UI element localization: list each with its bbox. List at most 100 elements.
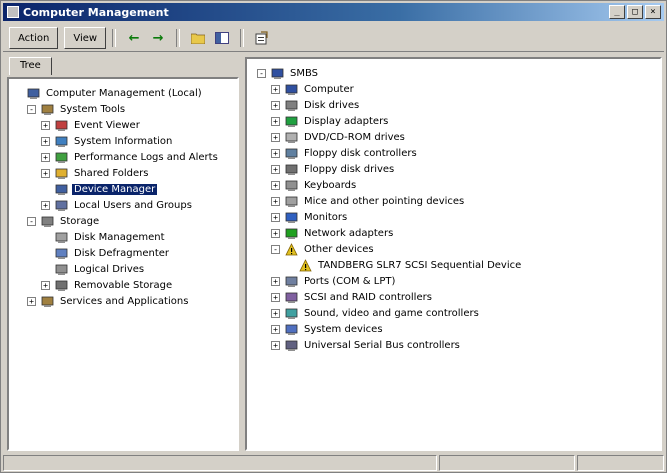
expand-toggle[interactable]: + — [271, 324, 280, 334]
window-controls: _ □ × — [609, 5, 661, 19]
device-tree-item-label: System devices — [304, 323, 383, 335]
tree-spacer — [41, 184, 50, 194]
display-adapter-icon — [284, 114, 298, 128]
expand-toggle[interactable]: + — [271, 340, 280, 350]
port-icon — [284, 274, 298, 288]
expand-toggle[interactable]: + — [271, 84, 280, 94]
defragmenter-icon — [54, 246, 68, 260]
device-tree-item-label: Disk drives — [304, 99, 360, 111]
expand-toggle[interactable]: + — [41, 136, 50, 146]
expand-toggle[interactable]: + — [271, 292, 280, 302]
expand-toggle[interactable]: + — [271, 132, 280, 142]
device-tree-item-label: Ports (COM & LPT) — [304, 275, 396, 287]
console-tree-item[interactable]: - Storage — [27, 213, 101, 229]
device-tree-item[interactable]: + SCSI and RAID controllers — [271, 289, 434, 305]
maximize-button[interactable]: □ — [627, 5, 643, 19]
device-tree-item[interactable]: + Disk drives — [271, 97, 361, 113]
console-tree-item[interactable]: Disk Management — [41, 229, 167, 245]
console-tree-item[interactable]: + Performance Logs and Alerts — [41, 149, 220, 165]
device-tree-item-label: SCSI and RAID controllers — [304, 291, 432, 303]
device-tree-item[interactable]: TANDBERG SLR7 SCSI Sequential Device — [285, 257, 523, 273]
console-tree-item[interactable]: + Local Users and Groups — [41, 197, 194, 213]
dvd-cdrom-icon — [284, 130, 298, 144]
expand-toggle[interactable]: + — [271, 308, 280, 318]
back-arrow-icon[interactable]: ← — [126, 30, 142, 46]
console-tree-item[interactable]: + System Information — [41, 133, 174, 149]
title-bar[interactable]: Computer Management _ □ × — [3, 3, 664, 21]
collapse-toggle[interactable]: - — [27, 104, 36, 114]
collapse-toggle[interactable]: - — [27, 216, 36, 226]
device-tree-item[interactable]: + Ports (COM & LPT) — [271, 273, 397, 289]
device-tree-item[interactable]: + Display adapters — [271, 113, 390, 129]
disk-drive-icon — [284, 98, 298, 112]
expand-toggle[interactable]: + — [41, 120, 50, 130]
collapse-toggle[interactable]: - — [271, 244, 280, 254]
expand-toggle[interactable]: + — [41, 200, 50, 210]
console-tree-item-label: Device Manager — [72, 183, 158, 195]
console-tree-item[interactable]: Computer Management (Local) — [13, 85, 204, 101]
device-tree-item[interactable]: + Universal Serial Bus controllers — [271, 337, 462, 353]
console-tree-item-label: System Information — [74, 135, 173, 147]
console-tree-item[interactable]: + Shared Folders — [41, 165, 151, 181]
device-tree-item[interactable]: + Keyboards — [271, 177, 358, 193]
expand-toggle[interactable]: + — [271, 212, 280, 222]
device-tree-item[interactable]: + Sound, video and game controllers — [271, 305, 481, 321]
toolbar-separator — [240, 29, 245, 47]
device-tree-item[interactable]: + Floppy disk drives — [271, 161, 396, 177]
keyboard-icon — [284, 178, 298, 192]
console-tree-item[interactable]: - System Tools — [27, 101, 127, 117]
expand-toggle[interactable]: + — [271, 276, 280, 286]
expand-toggle[interactable]: + — [41, 152, 50, 162]
forward-arrow-icon[interactable]: → — [150, 30, 166, 46]
device-tree-item[interactable]: + Floppy disk controllers — [271, 145, 419, 161]
console-tree-item-label: System Tools — [60, 103, 126, 115]
expand-toggle[interactable]: + — [271, 100, 280, 110]
expand-toggle[interactable]: + — [41, 168, 50, 178]
properties-icon[interactable] — [254, 30, 270, 46]
device-tree-item-label: Universal Serial Bus controllers — [304, 339, 460, 351]
console-tree-item[interactable]: + Services and Applications — [27, 293, 190, 309]
scsi-controller-icon — [284, 290, 298, 304]
expand-toggle[interactable]: + — [271, 148, 280, 158]
storage-icon — [40, 214, 54, 228]
device-tree-item[interactable]: + Monitors — [271, 209, 349, 225]
device-tree-item[interactable]: + DVD/CD-ROM drives — [271, 129, 407, 145]
expand-toggle[interactable]: + — [271, 196, 280, 206]
expand-toggle[interactable]: + — [27, 296, 36, 306]
console-tree-item[interactable]: Device Manager — [41, 181, 158, 197]
expand-toggle[interactable]: + — [271, 228, 280, 238]
warning-device-icon — [298, 258, 312, 272]
device-tree-item[interactable]: + System devices — [271, 321, 385, 337]
device-tree-item[interactable]: + Network adapters — [271, 225, 395, 241]
status-cell-main — [3, 455, 437, 471]
tree-spacer — [13, 88, 22, 98]
device-tree-pane[interactable]: - SMBS + Computer + Disk drives + Display adapt… — [245, 57, 662, 451]
tab-tree[interactable]: Tree — [9, 57, 52, 75]
up-folder-icon[interactable] — [190, 30, 206, 46]
device-manager-icon — [54, 182, 68, 196]
close-button[interactable]: × — [645, 5, 661, 19]
console-tree-item[interactable]: Disk Defragmenter — [41, 245, 171, 261]
device-tree-item[interactable]: - Other devices — [271, 241, 376, 257]
expand-toggle[interactable]: + — [271, 164, 280, 174]
minimize-button[interactable]: _ — [609, 5, 625, 19]
console-tree-item-label: Storage — [60, 215, 100, 227]
console-tree-item[interactable]: Logical Drives — [41, 261, 146, 277]
tree-tab-strip: Tree — [9, 57, 52, 75]
view-menu-button[interactable]: View — [64, 27, 107, 49]
expand-toggle[interactable]: + — [271, 180, 280, 190]
device-tree-item-label: Network adapters — [304, 227, 394, 239]
device-tree-item-label: Floppy disk controllers — [304, 147, 417, 159]
console-tree-pane[interactable]: Computer Management (Local) - System Tools… — [7, 77, 239, 451]
collapse-toggle[interactable]: - — [257, 68, 266, 78]
device-tree-item[interactable]: + Computer — [271, 81, 356, 97]
device-tree-item[interactable]: + Mice and other pointing devices — [271, 193, 466, 209]
console-tree-item[interactable]: + Removable Storage — [41, 277, 174, 293]
action-menu-button[interactable]: Action — [9, 27, 59, 49]
expand-toggle[interactable]: + — [41, 280, 50, 290]
expand-toggle[interactable]: + — [271, 116, 280, 126]
device-tree-item[interactable]: - SMBS — [257, 65, 320, 81]
show-hide-tree-icon[interactable] — [214, 30, 230, 46]
console-tree-item-label: Removable Storage — [74, 279, 173, 291]
console-tree-item[interactable]: + Event Viewer — [41, 117, 142, 133]
